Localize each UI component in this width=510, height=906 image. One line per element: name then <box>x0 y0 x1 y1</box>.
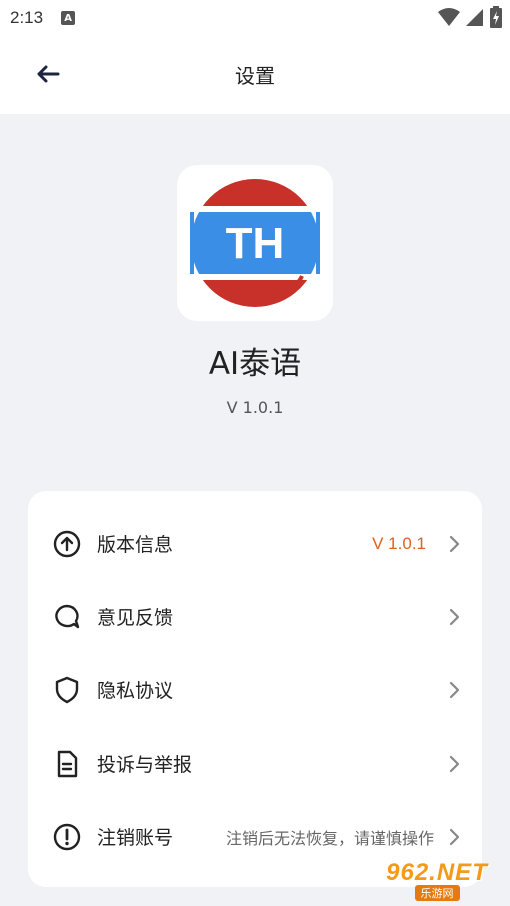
chevron-right-icon <box>449 755 460 772</box>
app-header: 设置 <box>0 36 510 114</box>
menu-item-version-info[interactable]: 版本信息 V 1.0.1 <box>28 507 482 580</box>
watermark-sub: 乐游网 <box>414 885 460 901</box>
menu-item-label: 注销账号 <box>97 827 174 849</box>
logo-text: TH <box>226 219 285 268</box>
notification-icon: A <box>61 11 76 25</box>
app-logo: TH <box>177 165 333 321</box>
chat-bubble-icon <box>53 603 81 631</box>
version-value: V 1.0.1 <box>372 533 426 553</box>
site-watermark: 962.NET 乐游网 <box>372 858 502 902</box>
status-bar: 2:13 A <box>0 0 510 36</box>
status-indicators <box>438 6 502 28</box>
document-icon <box>53 750 81 778</box>
watermark-main: 962.NET <box>386 859 488 886</box>
exclamation-circle-icon <box>53 823 81 851</box>
chevron-right-icon <box>449 828 460 845</box>
arrow-up-circle-icon <box>53 530 81 558</box>
app-version: V 1.0.1 <box>226 398 284 417</box>
chevron-right-icon <box>449 535 460 552</box>
delete-account-warning: 注销后无法恢复，请谨慎操作 <box>225 828 434 848</box>
wifi-icon <box>438 8 460 26</box>
menu-item-feedback[interactable]: 意见反馈 <box>28 580 482 653</box>
chevron-right-icon <box>449 681 460 698</box>
battery-icon <box>490 6 502 28</box>
signal-icon <box>466 9 483 26</box>
menu-item-label: 版本信息 <box>97 534 174 556</box>
app-name: AI泰语 <box>208 346 302 382</box>
chevron-right-icon <box>449 608 460 625</box>
status-time: 2:13 <box>10 8 44 27</box>
menu-item-privacy[interactable]: 隐私协议 <box>28 653 482 726</box>
settings-menu: 版本信息 V 1.0.1 意见反馈 隐私协议 投诉与举报 注销账号 注销后无法恢… <box>28 491 482 887</box>
shield-icon <box>53 676 81 704</box>
menu-item-report[interactable]: 投诉与举报 <box>28 727 482 800</box>
page-title: 设置 <box>235 64 275 88</box>
menu-item-label: 意见反馈 <box>97 607 174 629</box>
menu-item-label: 隐私协议 <box>97 680 174 702</box>
th-logo-icon: TH <box>190 179 320 307</box>
menu-item-label: 投诉与举报 <box>97 754 193 776</box>
